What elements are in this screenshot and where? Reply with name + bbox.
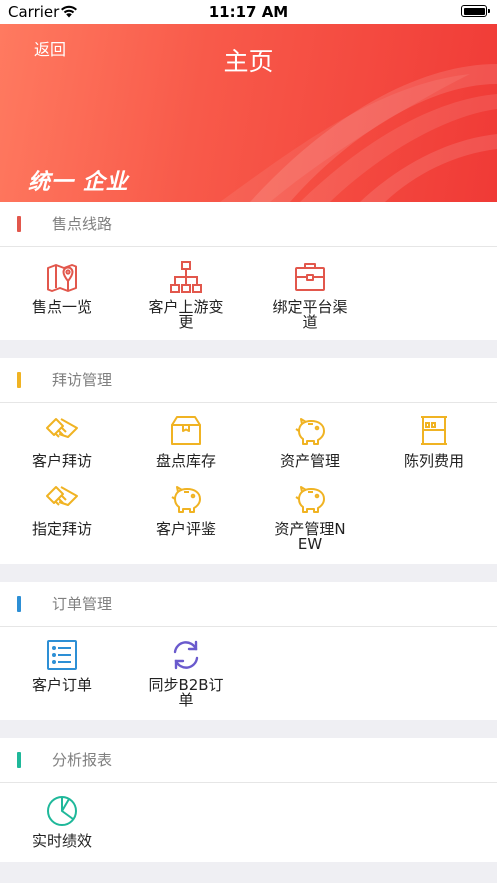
battery-icon <box>461 5 490 17</box>
handshake-icon <box>46 486 78 506</box>
menu-item-label: 客户拜访 <box>31 452 92 470</box>
menu-item-label: 陈列费用 <box>403 452 464 470</box>
section-visit-management: 拜访管理 客户拜访 盘点库存 资产管理 陈列费用 指定拜访 客户评鉴 资产管理N… <box>0 358 497 564</box>
section-accent-bar <box>17 372 21 388</box>
menu-item-asset-management-new[interactable]: 资产管理NEW <box>248 482 372 552</box>
menu-item-realtime-performance[interactable]: 实时绩效 <box>0 794 124 849</box>
menu-item-asset-management[interactable]: 资产管理 <box>248 414 372 469</box>
list-icon <box>47 640 77 670</box>
menu-item-label: 同步B2B订单 <box>148 676 224 709</box>
clock: 11:17 AM <box>208 3 289 21</box>
menu-item-label: 客户上游变更 <box>148 298 224 331</box>
briefcase-icon <box>295 263 325 291</box>
menu-item-inventory-count[interactable]: 盘点库存 <box>124 414 248 469</box>
menu-item-label: 指定拜访 <box>31 520 92 538</box>
section-title: 售点线路 <box>52 215 113 233</box>
menu-item-customer-visit[interactable]: 客户拜访 <box>0 414 124 469</box>
menu-item-sync-b2b-orders[interactable]: 同步B2B订单 <box>124 638 248 708</box>
piggy-bank-icon <box>295 486 325 513</box>
section-accent-bar <box>17 752 21 768</box>
piggy-bank-icon <box>295 418 325 445</box>
menu-item-label: 绑定平台渠道 <box>272 298 348 331</box>
menu-item-label: 盘点库存 <box>155 452 216 470</box>
section-title: 拜访管理 <box>52 371 113 389</box>
section-header: 分析报表 <box>0 738 497 783</box>
section-title: 订单管理 <box>52 595 113 613</box>
menu-item-sales-point-overview[interactable]: 售点一览 <box>0 260 124 315</box>
sync-icon <box>173 640 199 670</box>
page-title: 主页 <box>223 47 274 76</box>
header-banner: 返回 主页 统一 企业 <box>0 24 497 202</box>
section-analysis-reports: 分析报表 实时绩效 <box>0 738 497 862</box>
section-accent-bar <box>17 216 21 232</box>
menu-item-customer-evaluation[interactable]: 客户评鉴 <box>124 482 248 537</box>
menu-item-customer-orders[interactable]: 客户订单 <box>0 638 124 693</box>
menu-item-label: 客户评鉴 <box>155 520 216 538</box>
piggy-bank-icon <box>171 486 201 513</box>
status-bar: Carrier 11:17 AM <box>0 0 497 24</box>
menu-item-label: 客户订单 <box>31 676 92 694</box>
shelf-icon <box>421 416 447 445</box>
section-header: 售点线路 <box>0 202 497 247</box>
menu-item-label: 资产管理 <box>279 452 340 470</box>
menu-item-display-fee[interactable]: 陈列费用 <box>372 414 496 469</box>
box-icon <box>171 416 201 445</box>
map-pin-icon <box>47 264 77 292</box>
menu-item-bind-platform-channel[interactable]: 绑定平台渠道 <box>248 260 372 330</box>
section-order-management: 订单管理 客户订单 同步B2B订单 <box>0 582 497 720</box>
section-sales-points: 售点线路 售点一览 客户上游变更 绑定平台渠道 <box>0 202 497 340</box>
handshake-icon <box>46 418 78 438</box>
menu-item-label: 售点一览 <box>31 298 92 316</box>
section-header: 订单管理 <box>0 582 497 627</box>
menu-item-assigned-visit[interactable]: 指定拜访 <box>0 482 124 537</box>
menu-item-label: 实时绩效 <box>31 832 92 850</box>
hierarchy-icon <box>170 261 202 293</box>
menu-item-upstream-change[interactable]: 客户上游变更 <box>124 260 248 330</box>
menu-item-label: 资产管理NEW <box>274 520 346 553</box>
brand-logo-text: 统一 企业 <box>28 170 129 195</box>
section-accent-bar <box>17 596 21 612</box>
section-title: 分析报表 <box>52 751 113 769</box>
pie-chart-icon <box>47 796 77 826</box>
section-header: 拜访管理 <box>0 358 497 403</box>
